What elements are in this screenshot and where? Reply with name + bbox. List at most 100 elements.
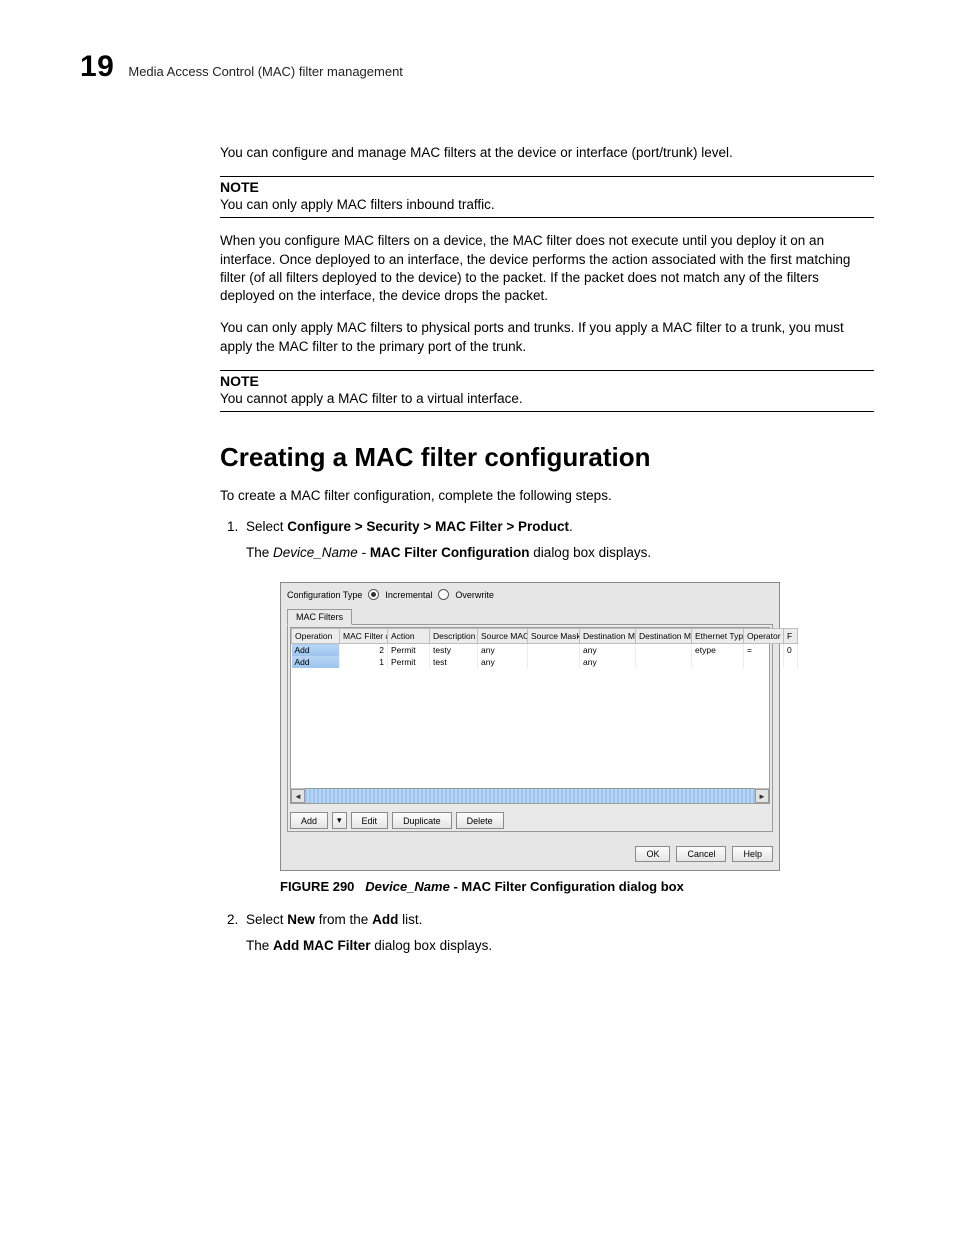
cell-action[interactable]: Permit (388, 656, 430, 668)
col-dest-mac[interactable]: Destination M... (580, 629, 636, 644)
cancel-button[interactable]: Cancel (676, 846, 726, 862)
cell-operation[interactable]: Add (292, 644, 340, 657)
dialog-footer: OK Cancel Help (287, 846, 773, 862)
col-dest-mask[interactable]: Destination M... (636, 629, 692, 644)
col-action[interactable]: Action (388, 629, 430, 644)
t: list. (398, 912, 422, 927)
col-ethernet-type[interactable]: Ethernet Type (692, 629, 744, 644)
t: The (246, 545, 273, 560)
cell-frame[interactable]: 0 (784, 644, 798, 657)
duplicate-button[interactable]: Duplicate (392, 812, 452, 829)
table-row[interactable]: Add 1 Permit test any any (292, 656, 798, 668)
cell-num[interactable]: 2 (340, 644, 388, 657)
note-text: You cannot apply a MAC filter to a virtu… (220, 390, 874, 408)
radio-overwrite-label: Overwrite (455, 590, 494, 600)
cell-dmask[interactable] (636, 656, 692, 668)
t: dialog box displays. (530, 545, 652, 560)
cell-etype[interactable]: etype (692, 644, 744, 657)
cell-smask[interactable] (528, 656, 580, 668)
rule (220, 370, 874, 371)
step2-substep: The Add MAC Filter dialog box displays. (246, 937, 874, 955)
figure-caption: FIGURE 290 Device_Name - MAC Filter Conf… (280, 879, 874, 894)
dialog-name: MAC Filter Configuration (370, 545, 530, 560)
cell-operator[interactable]: = (744, 644, 784, 657)
content-column: You can configure and manage MAC filters… (220, 144, 874, 956)
section-title: Creating a MAC filter configuration (220, 442, 874, 473)
col-description[interactable]: Description (430, 629, 478, 644)
scroll-right-icon[interactable]: ► (755, 789, 769, 803)
figure-number: FIGURE 290 (280, 879, 354, 894)
col-source-mask[interactable]: Source Mask (528, 629, 580, 644)
device-name-var: Device_Name (273, 545, 358, 560)
rule (220, 411, 874, 412)
radio-overwrite[interactable] (438, 589, 449, 600)
t: Select (246, 912, 287, 927)
add-button[interactable]: Add (290, 812, 328, 829)
cell-etype[interactable] (692, 656, 744, 668)
tab-mac-filters[interactable]: MAC Filters (287, 609, 352, 625)
cell-dmask[interactable] (636, 644, 692, 657)
scroll-track[interactable] (305, 788, 755, 804)
rule (220, 176, 874, 177)
step2-new: New (287, 912, 315, 927)
delete-button[interactable]: Delete (456, 812, 504, 829)
step1-text-c: . (569, 519, 573, 534)
step1-text-a: Select (246, 519, 287, 534)
scroll-left-icon[interactable]: ◄ (291, 789, 305, 803)
radio-incremental-label: Incremental (385, 590, 432, 600)
grid-button-row: Add ▾ Edit Duplicate Delete (288, 806, 772, 831)
t: dialog box displays. (371, 938, 493, 953)
step1-substep: The Device_Name - MAC Filter Configurati… (246, 544, 874, 562)
horizontal-scrollbar[interactable]: ◄ ► (291, 788, 769, 803)
step2-add: Add (372, 912, 398, 927)
config-type-label: Configuration Type (287, 590, 362, 600)
cell-action[interactable]: Permit (388, 644, 430, 657)
steps-list: Select Configure > Security > MAC Filter… (220, 519, 874, 955)
add-dropdown-button[interactable]: ▾ (332, 812, 347, 829)
running-title: Media Access Control (MAC) filter manage… (128, 64, 403, 79)
col-mac-filter-num[interactable]: MAC Filter # (340, 629, 388, 644)
rule (220, 217, 874, 218)
col-operation[interactable]: Operation (292, 629, 340, 644)
mac-filter-grid: Operation MAC Filter # Action Descriptio… (290, 627, 770, 804)
edit-button[interactable]: Edit (351, 812, 389, 829)
cell-src[interactable]: any (478, 644, 528, 657)
cell-desc[interactable]: testy (430, 644, 478, 657)
cell-operation[interactable]: Add (292, 656, 340, 668)
ok-button[interactable]: OK (635, 846, 670, 862)
t: from the (315, 912, 372, 927)
col-frame[interactable]: F (784, 629, 798, 644)
add-mac-filter-dialog-name: Add MAC Filter (273, 938, 371, 953)
grid-empty-area (291, 668, 769, 788)
figure-device-name: Device_Name (365, 879, 450, 894)
cell-dst[interactable]: any (580, 644, 636, 657)
help-button[interactable]: Help (732, 846, 773, 862)
cell-src[interactable]: any (478, 656, 528, 668)
figure-290: Configuration Type Incremental Overwrite… (280, 582, 874, 871)
note-text: You can only apply MAC filters inbound t… (220, 196, 874, 214)
paragraph-3: You can only apply MAC filters to physic… (220, 319, 874, 355)
radio-dot-icon (371, 592, 376, 597)
radio-incremental[interactable] (368, 589, 379, 600)
col-source-mac[interactable]: Source MAC (478, 629, 528, 644)
cell-frame[interactable] (784, 656, 798, 668)
table-row[interactable]: Add 2 Permit testy any any etype (292, 644, 798, 657)
col-operator[interactable]: Operator (744, 629, 784, 644)
step1-path: Configure > Security > MAC Filter > Prod… (287, 519, 569, 534)
note-block-1: NOTE You can only apply MAC filters inbo… (220, 176, 874, 218)
page: 19 Media Access Control (MAC) filter man… (0, 0, 954, 1235)
page-header: 19 Media Access Control (MAC) filter man… (80, 50, 874, 84)
cell-dst[interactable]: any (580, 656, 636, 668)
figure-rest: - MAC Filter Configuration dialog box (450, 879, 684, 894)
cell-num[interactable]: 1 (340, 656, 388, 668)
cell-smask[interactable] (528, 644, 580, 657)
config-type-row: Configuration Type Incremental Overwrite (287, 589, 773, 600)
cell-desc[interactable]: test (430, 656, 478, 668)
section-intro: To create a MAC filter configuration, co… (220, 487, 874, 505)
mac-filter-config-dialog: Configuration Type Incremental Overwrite… (280, 582, 780, 871)
step-1: Select Configure > Security > MAC Filter… (242, 519, 874, 894)
paragraph-intro: You can configure and manage MAC filters… (220, 144, 874, 162)
note-heading: NOTE (220, 373, 874, 389)
tab-content: Operation MAC Filter # Action Descriptio… (287, 624, 773, 832)
cell-operator[interactable] (744, 656, 784, 668)
